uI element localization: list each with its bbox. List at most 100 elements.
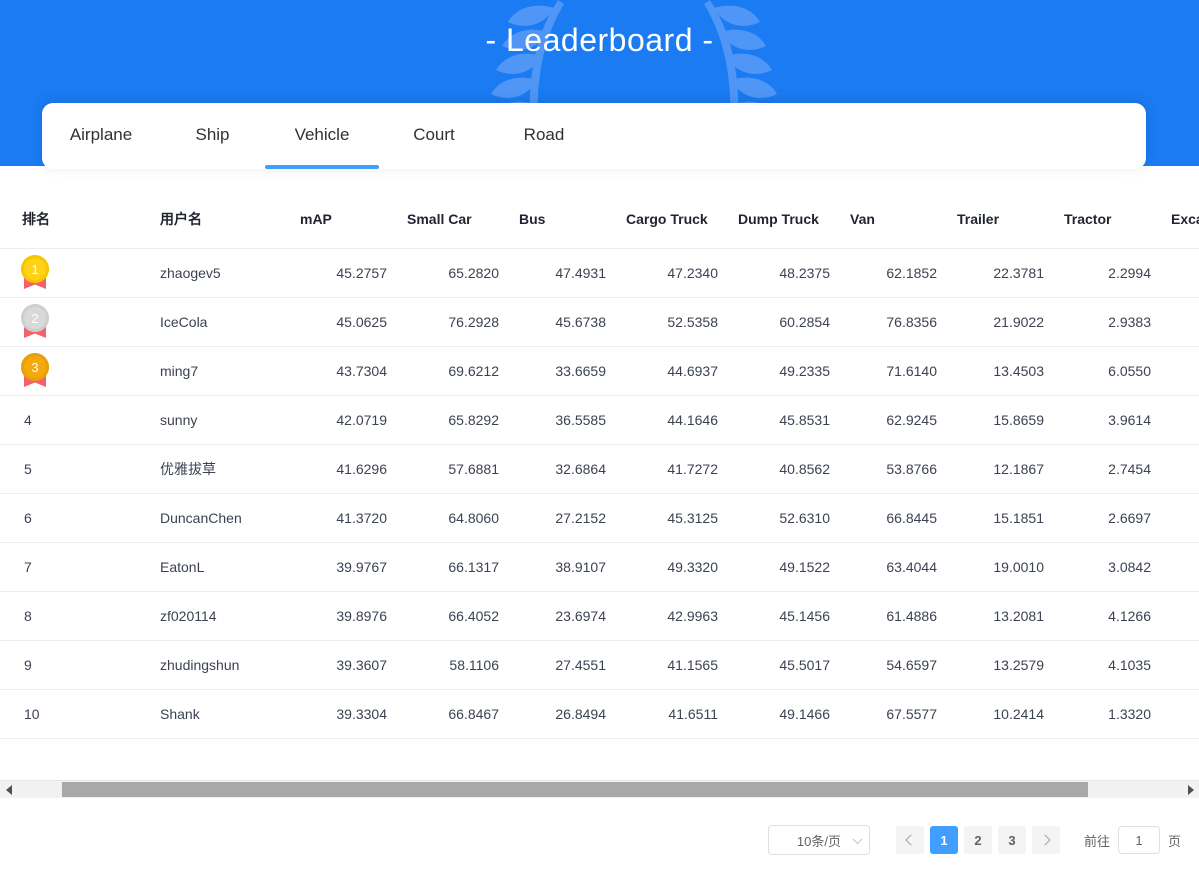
cargo-truck-cell: 49.3320 (614, 542, 726, 592)
bus-cell: 27.4551 (507, 640, 614, 690)
rank-label: 6 (24, 510, 32, 526)
gold-medal-icon: 1 (20, 255, 50, 291)
tab-road[interactable]: Road (489, 103, 599, 166)
small-car-cell: 65.8292 (395, 395, 507, 445)
column-header-van[interactable]: Van (838, 190, 945, 249)
leaderboard-table-scroll-area[interactable]: 排名 用户名 mAP Small Car Bus Cargo Truck Dum… (0, 190, 1199, 780)
trailer-cell: 13.2081 (945, 591, 1052, 641)
tractor-cell: 2.6697 (1052, 493, 1159, 543)
tab-bar: Airplane Ship Vehicle Court Road (42, 103, 599, 169)
rank-label: 8 (24, 608, 32, 624)
small-car-cell: 64.8060 (395, 493, 507, 543)
leaderboard-table: 排名 用户名 mAP Small Car Bus Cargo Truck Dum… (0, 190, 1199, 739)
column-header-small-car[interactable]: Small Car (395, 190, 507, 249)
table-row[interactable]: 6 DuncanChen 41.3720 64.8060 27.2152 45.… (0, 493, 1199, 543)
map-cell: 39.3607 (288, 640, 395, 690)
cargo-truck-cell: 45.3125 (614, 493, 726, 543)
rank-cell: 5 (0, 444, 80, 494)
column-header-rank[interactable]: 排名 (0, 190, 80, 249)
dump-truck-cell: 52.6310 (726, 493, 838, 543)
tab-ship[interactable]: Ship (160, 103, 265, 166)
cargo-truck-cell: 44.1646 (614, 395, 726, 445)
chevron-right-icon (1039, 834, 1051, 846)
tab-label: Airplane (69, 124, 133, 144)
trailer-cell: 15.1851 (945, 493, 1052, 543)
van-cell: 61.4886 (838, 591, 945, 641)
map-cell: 39.9767 (288, 542, 395, 592)
scrollbar-thumb[interactable] (62, 782, 1088, 797)
tab-underline-active (265, 165, 379, 169)
table-row[interactable]: 2 IceCola 45.0625 76.2928 45.6738 52.535… (0, 297, 1199, 347)
table-row[interactable]: 7 EatonL 39.9767 66.1317 38.9107 49.3320… (0, 542, 1199, 592)
table-row[interactable]: 10 Shank 39.3304 66.8467 26.8494 41.6511… (0, 689, 1199, 739)
trailer-cell: 19.0010 (945, 542, 1052, 592)
excavator-cell: 15.1200 (1159, 248, 1199, 298)
van-cell: 53.8766 (838, 444, 945, 494)
table-row[interactable]: 9 zhudingshun 39.3607 58.1106 27.4551 41… (0, 640, 1199, 690)
column-header-tractor[interactable]: Tractor (1052, 190, 1159, 249)
page-button-3[interactable]: 3 (997, 826, 1026, 854)
rank-label: 4 (24, 412, 32, 428)
tab-airplane[interactable]: Airplane (42, 103, 160, 166)
trailer-cell: 10.2414 (945, 689, 1052, 739)
tab-vehicle[interactable]: Vehicle (265, 103, 379, 169)
rank-cell: 10 (0, 689, 80, 739)
tractor-cell: 3.9614 (1052, 395, 1159, 445)
tractor-cell: 4.1035 (1052, 640, 1159, 690)
tab-label: Vehicle (294, 124, 350, 144)
page-button-2[interactable]: 2 (963, 826, 992, 854)
map-cell: 45.2757 (288, 248, 395, 298)
column-header-dump-truck[interactable]: Dump Truck (726, 190, 838, 249)
goto-page-input[interactable] (1117, 826, 1160, 854)
map-cell: 41.6296 (288, 444, 395, 494)
table-row[interactable]: 3 ming7 43.7304 69.6212 33.6659 44.6937 … (0, 346, 1199, 396)
horizontal-scrollbar[interactable] (0, 780, 1199, 798)
small-car-cell: 58.1106 (395, 640, 507, 690)
small-car-cell: 57.6881 (395, 444, 507, 494)
scroll-left-arrow-icon[interactable] (0, 781, 17, 798)
cargo-truck-cell: 41.6511 (614, 689, 726, 739)
excavator-cell: 18.0628 (1159, 542, 1199, 592)
small-car-cell: 66.4052 (395, 591, 507, 641)
scroll-right-arrow-icon[interactable] (1182, 781, 1199, 798)
username-cell: zf020114 (80, 591, 288, 641)
table-body: 1 zhaogev5 45.2757 65.2820 47.4931 47.23… (0, 248, 1199, 739)
column-header-excavator[interactable]: Excavator (1159, 190, 1199, 249)
column-header-cargo-truck[interactable]: Cargo Truck (614, 190, 726, 249)
rank-cell: 7 (0, 542, 80, 592)
dump-truck-cell: 49.1522 (726, 542, 838, 592)
tractor-cell: 1.3320 (1052, 689, 1159, 739)
prev-page-button[interactable] (895, 826, 924, 854)
username-cell: EatonL (80, 542, 288, 592)
excavator-cell: 11.9760 (1159, 591, 1199, 641)
table-row[interactable]: 1 zhaogev5 45.2757 65.2820 47.4931 47.23… (0, 248, 1199, 298)
tractor-cell: 2.2994 (1052, 248, 1159, 298)
medal-rank-label: 2 (21, 304, 49, 332)
dump-truck-cell: 60.2854 (726, 297, 838, 347)
cargo-truck-cell: 42.9963 (614, 591, 726, 641)
username-cell: IceCola (80, 297, 288, 347)
username-cell: sunny (80, 395, 288, 445)
column-header-username[interactable]: 用户名 (80, 190, 288, 249)
dump-truck-cell: 45.8531 (726, 395, 838, 445)
van-cell: 66.8445 (838, 493, 945, 543)
cargo-truck-cell: 41.7272 (614, 444, 726, 494)
page-size-select[interactable]: 10条/页 (767, 825, 870, 855)
table-row[interactable]: 4 sunny 42.0719 65.8292 36.5585 44.1646 … (0, 395, 1199, 445)
rank-cell: 9 (0, 640, 80, 690)
van-cell: 71.6140 (838, 346, 945, 396)
excavator-cell: 17.3645 (1159, 346, 1199, 396)
table-row[interactable]: 5 优雅拔草 41.6296 57.6881 32.6864 41.7272 4… (0, 444, 1199, 494)
page-button-1[interactable]: 1 (929, 826, 958, 854)
van-cell: 62.1852 (838, 248, 945, 298)
column-header-map[interactable]: mAP (288, 190, 395, 249)
van-cell: 63.4044 (838, 542, 945, 592)
bus-cell: 27.2152 (507, 493, 614, 543)
column-header-trailer[interactable]: Trailer (945, 190, 1052, 249)
table-row[interactable]: 8 zf020114 39.8976 66.4052 23.6974 42.99… (0, 591, 1199, 641)
column-header-bus[interactable]: Bus (507, 190, 614, 249)
tab-court[interactable]: Court (379, 103, 489, 166)
dump-truck-cell: 40.8562 (726, 444, 838, 494)
next-page-button[interactable] (1031, 826, 1060, 854)
username-cell: 优雅拔草 (80, 444, 288, 494)
